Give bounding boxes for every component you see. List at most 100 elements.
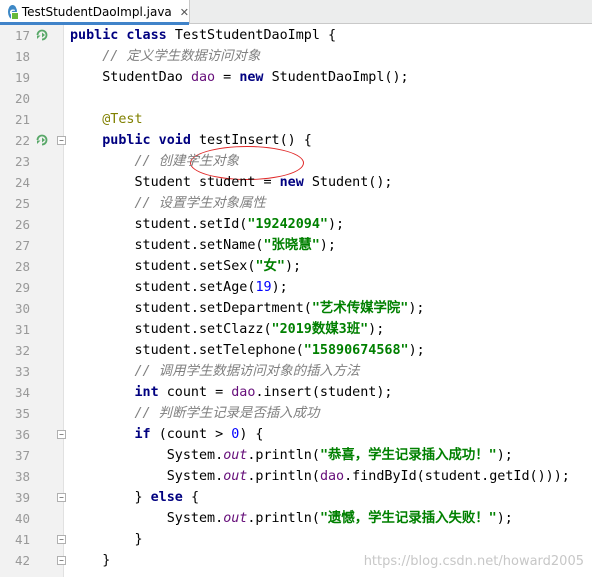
code-token: ); [271, 280, 288, 295]
code-line[interactable]: 29 student.setAge(19); [0, 277, 592, 298]
line-number: 35 [14, 406, 30, 421]
line-number: 25 [14, 196, 30, 211]
code-token: testInsert() { [199, 133, 312, 148]
code-token: StudentDaoImpl(); [271, 70, 409, 85]
code-token: .println( [247, 511, 320, 526]
code-token: student.setSex( [70, 259, 256, 274]
code-token: System. [70, 469, 224, 484]
code-token: } [70, 532, 143, 547]
line-number: 34 [14, 385, 30, 400]
code-token: student.setAge( [70, 280, 256, 295]
code-line[interactable]: 30 student.setDepartment("艺术传媒学院"); [0, 298, 592, 319]
code-line[interactable]: 31 student.setClazz("2019数媒3班"); [0, 319, 592, 340]
tab-test-student-dao-impl[interactable]: c TestStudentDaoImpl.java ✕ [0, 0, 190, 25]
code-token: dao [231, 385, 256, 400]
code-line[interactable]: 33 // 调用学生数据访问对象的插入方法 [0, 361, 592, 382]
fold-marker-icon[interactable] [57, 535, 66, 544]
code-token: System. [70, 511, 224, 526]
line-number: 33 [14, 364, 30, 379]
code-text: @Test [70, 109, 143, 130]
code-text: StudentDao dao = new StudentDaoImpl(); [70, 67, 409, 88]
code-line[interactable]: 22 public void testInsert() { [0, 130, 592, 151]
code-line[interactable]: 35 // 判断学生记录是否插入成功 [0, 403, 592, 424]
line-number: 36 [14, 427, 30, 442]
code-line[interactable]: 17 public class TestStudentDaoImpl { [0, 25, 592, 46]
code-line[interactable]: 28 student.setSex("女"); [0, 256, 592, 277]
code-token: // 设置学生对象属性 [134, 196, 266, 211]
line-number: 27 [14, 238, 30, 253]
code-token: ); [319, 238, 336, 253]
code-line[interactable]: 25 // 设置学生对象属性 [0, 193, 592, 214]
code-text: student.setAge(19); [70, 277, 288, 298]
code-line[interactable]: 41 } [0, 529, 592, 550]
code-text: student.setId("19242094"); [70, 214, 344, 235]
fold-marker-icon[interactable] [57, 430, 66, 439]
line-number: 20 [14, 91, 30, 106]
code-token: student.setName( [70, 238, 264, 253]
line-number: 41 [14, 532, 30, 547]
fold-marker-icon[interactable] [57, 136, 66, 145]
code-line[interactable]: 32 student.setTelephone("15890674568"); [0, 340, 592, 361]
code-line[interactable]: 40 System.out.println("遗憾，学生记录插入失败！"); [0, 508, 592, 529]
line-number: 28 [14, 259, 30, 274]
code-line[interactable]: 19 StudentDao dao = new StudentDaoImpl()… [0, 67, 592, 88]
code-token: "19242094" [247, 217, 328, 232]
code-line[interactable]: 26 student.setId("19242094"); [0, 214, 592, 235]
code-text: // 创建学生对象 [70, 151, 240, 172]
code-token: @Test [102, 112, 143, 127]
code-line[interactable]: 23 // 创建学生对象 [0, 151, 592, 172]
code-text: int count = dao.insert(student); [70, 382, 393, 403]
code-line[interactable]: 38 System.out.println(dao.findById(stude… [0, 466, 592, 487]
code-text: // 调用学生数据访问对象的插入方法 [70, 361, 360, 382]
code-editor[interactable]: 17 public class TestStudentDaoImpl {18 //… [0, 25, 592, 577]
code-token: ); [496, 448, 513, 463]
tab-title: TestStudentDaoImpl.java [21, 5, 172, 19]
code-line[interactable]: 24 Student student = new Student(); [0, 172, 592, 193]
code-line[interactable]: 36 if (count > 0) { [0, 424, 592, 445]
code-token: } [70, 490, 151, 505]
code-line[interactable]: 34 int count = dao.insert(student); [0, 382, 592, 403]
line-number: 17 [14, 28, 30, 43]
code-text: System.out.println("恭喜，学生记录插入成功！"); [70, 445, 513, 466]
code-line[interactable]: 37 System.out.println("恭喜，学生记录插入成功！"); [0, 445, 592, 466]
fold-marker-icon[interactable] [57, 556, 66, 565]
code-token: "恭喜，学生记录插入成功！" [319, 448, 497, 463]
line-number: 32 [14, 343, 30, 358]
code-token: StudentDao [70, 70, 191, 85]
code-line[interactable]: 21 @Test [0, 109, 592, 130]
code-token: public class [70, 28, 175, 43]
line-number: 18 [14, 49, 30, 64]
code-token: student.setDepartment( [70, 301, 312, 316]
close-icon[interactable]: ✕ [180, 6, 189, 19]
line-number: 42 [14, 553, 30, 568]
code-token: "女" [255, 259, 285, 274]
code-line[interactable]: 39 } else { [0, 487, 592, 508]
code-token: .insert(student); [255, 385, 393, 400]
code-line[interactable]: 20 [0, 88, 592, 109]
code-token: ); [408, 343, 425, 358]
run-test-icon[interactable] [36, 134, 48, 146]
code-text: student.setDepartment("艺术传媒学院"); [70, 298, 424, 319]
code-line[interactable]: 18 // 定义学生数据访问对象 [0, 46, 592, 67]
code-token: ); [368, 322, 385, 337]
code-token: count = [166, 385, 232, 400]
fold-marker-icon[interactable] [57, 493, 66, 502]
code-text: // 判断学生记录是否插入成功 [70, 403, 320, 424]
class-c-icon: c [8, 5, 19, 20]
line-number: 38 [14, 469, 30, 484]
code-text: public class TestStudentDaoImpl { [70, 25, 336, 46]
line-number: 29 [14, 280, 30, 295]
code-line[interactable]: 27 student.setName("张晓慧"); [0, 235, 592, 256]
code-token: public void [102, 133, 199, 148]
code-text: } else { [70, 487, 199, 508]
run-test-icon[interactable] [36, 29, 48, 41]
code-token: ); [496, 511, 513, 526]
line-number: 19 [14, 70, 30, 85]
code-token: out [223, 448, 248, 463]
code-text: // 定义学生数据访问对象 [70, 46, 260, 67]
editor-tab-bar: c TestStudentDaoImpl.java ✕ [0, 0, 592, 25]
code-token: // 定义学生数据访问对象 [102, 49, 261, 64]
